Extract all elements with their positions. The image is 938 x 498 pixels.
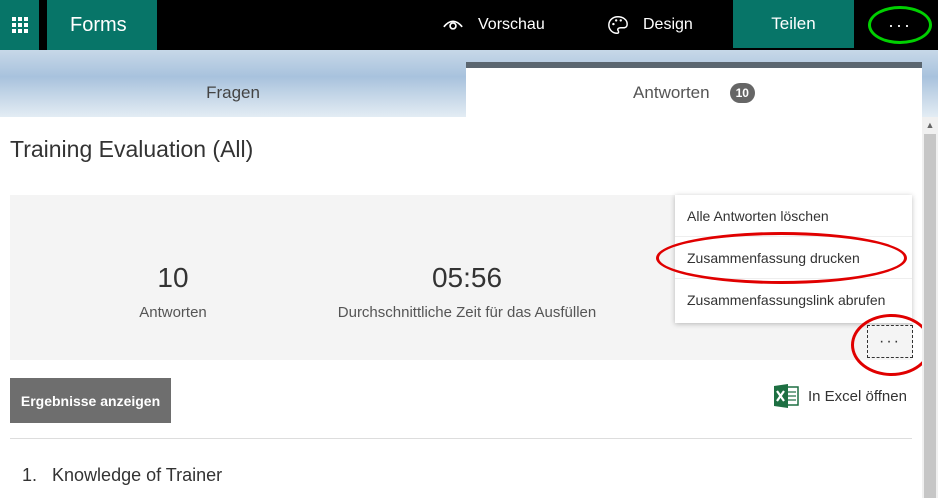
app-name[interactable]: Forms [47, 0, 157, 50]
avg-time-stat: 05:56 Durchschnittliche Zeit für das Aus… [320, 262, 614, 321]
app-launcher-button[interactable] [0, 0, 39, 50]
tab-responses[interactable]: Antworten 10 [466, 62, 922, 117]
form-title: Training Evaluation (All) [10, 136, 254, 162]
preview-button[interactable]: Vorschau [442, 0, 545, 50]
view-results-button[interactable]: Ergebnisse anzeigen [10, 378, 171, 423]
design-label: Design [643, 16, 693, 33]
design-button[interactable]: Design [607, 0, 693, 50]
tab-questions[interactable]: Fragen [0, 68, 466, 117]
vertical-scrollbar[interactable]: ▲ [922, 117, 938, 498]
excel-icon [774, 384, 799, 408]
scroll-thumb[interactable] [924, 134, 936, 498]
response-count-label: Antworten [139, 304, 207, 321]
red-highlight-more [851, 314, 932, 376]
avg-time-value: 05:56 [431, 262, 503, 293]
tab-responses-label: Antworten [633, 82, 710, 102]
open-in-excel-link[interactable]: In Excel öffnen [773, 384, 907, 408]
preview-label: Vorschau [478, 16, 545, 33]
question-item: 1. Knowledge of Trainer [22, 465, 222, 486]
red-highlight-print [656, 232, 907, 284]
question-number: 1. [22, 465, 38, 485]
menu-item-get-summary-link[interactable]: Zusammenfassungslink abrufen [675, 279, 912, 321]
eye-icon [443, 20, 463, 30]
open-in-excel-label: In Excel öffnen [808, 387, 907, 405]
tab-bar: Fragen Antworten 10 [0, 50, 938, 117]
question-title: Knowledge of Trainer [52, 465, 223, 485]
palette-icon [608, 16, 628, 34]
menu-item-delete-all[interactable]: Alle Antworten löschen [675, 195, 912, 237]
divider [10, 438, 912, 439]
avg-time-label: Durchschnittliche Zeit für das Ausfüllen [337, 304, 597, 321]
more-options-button[interactable]: ··· [868, 6, 932, 44]
response-count-stat: 10 Antworten [123, 262, 223, 321]
response-count-value: 10 [157, 262, 189, 293]
tab-questions-label: Fragen [206, 82, 260, 102]
waffle-icon [11, 17, 28, 33]
scroll-up-arrow-icon[interactable]: ▲ [922, 117, 938, 133]
share-button[interactable]: Teilen [733, 0, 854, 48]
top-bar: Forms Vorschau Design Teilen ··· [0, 0, 938, 50]
responses-count-badge: 10 [729, 82, 755, 103]
